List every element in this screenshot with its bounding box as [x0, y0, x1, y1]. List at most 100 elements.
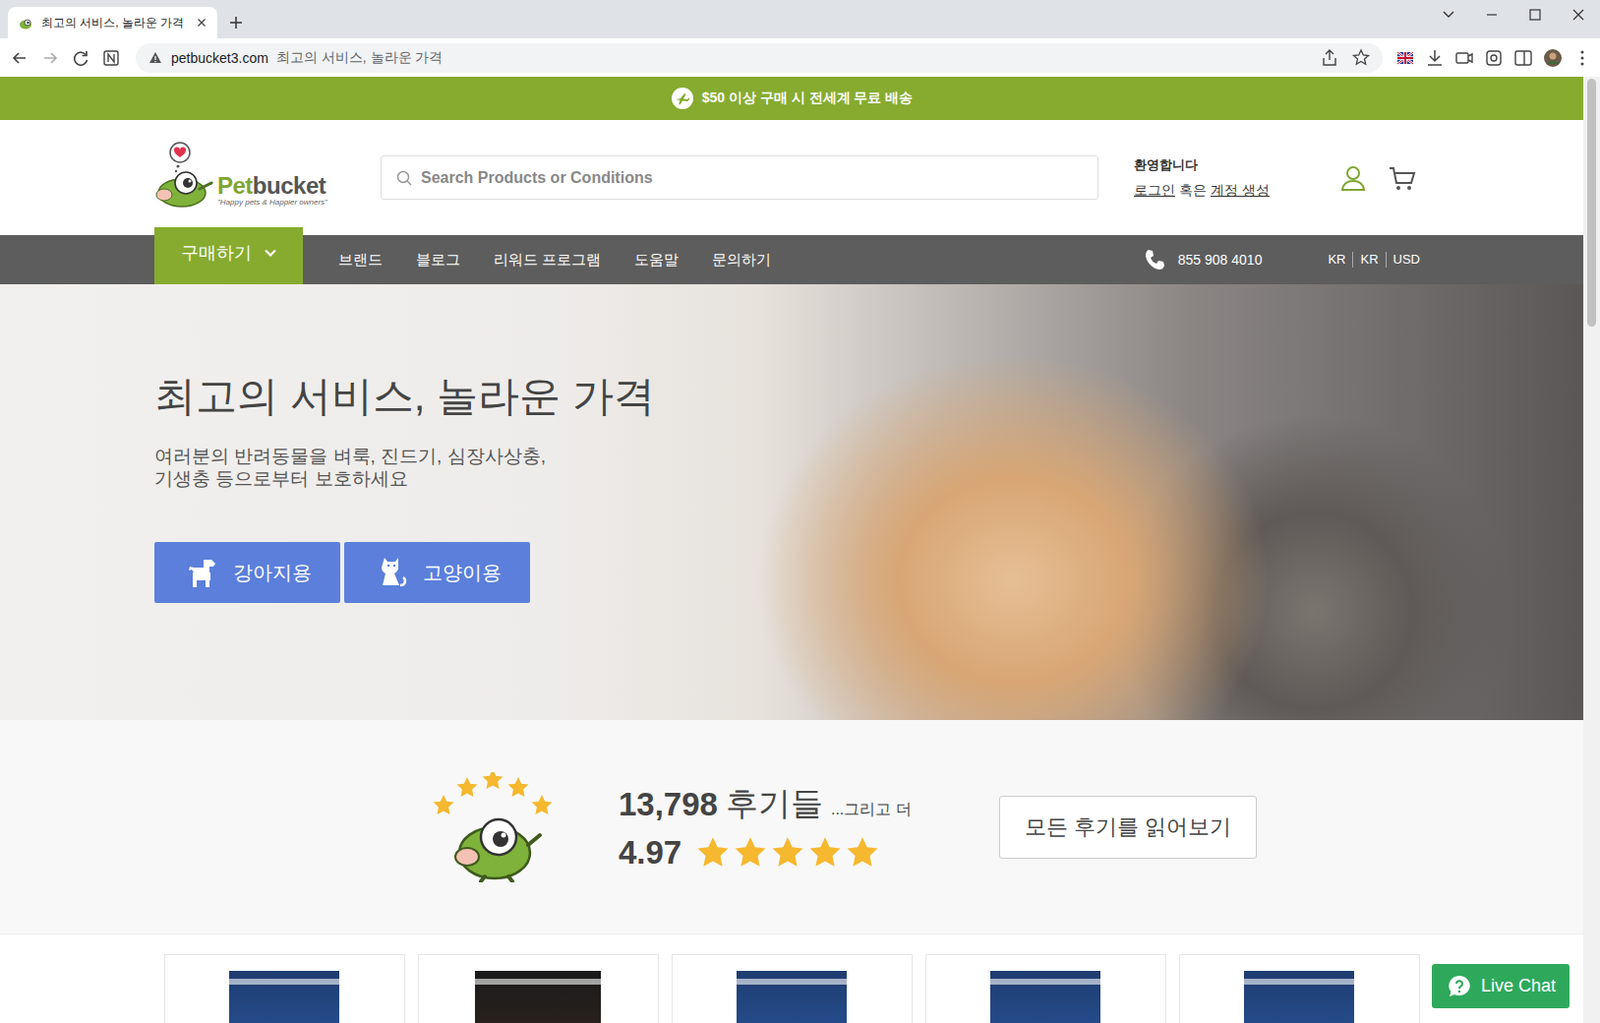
logo-prefix: Pet	[217, 172, 253, 199]
product-image	[1244, 970, 1355, 1023]
cart-icon[interactable]	[1387, 163, 1418, 193]
maximize-icon[interactable]	[1513, 0, 1557, 30]
search-icon	[395, 169, 414, 187]
locale-option[interactable]: KR	[1320, 251, 1353, 268]
product-image	[229, 970, 340, 1023]
locale-selector: KRKRUSD	[1320, 251, 1427, 268]
new-tab-icon[interactable]	[227, 13, 245, 32]
star-icon	[732, 834, 769, 871]
product-card[interactable]	[1179, 953, 1421, 1023]
button-label: 고양이용	[422, 559, 502, 587]
read-reviews-button[interactable]: 모든 후기를 읽어보기	[999, 795, 1257, 859]
main-nav: 구매하기 브랜드 블로그 리워드 프로그램 도움말 문의하기 855 908 4010 KRK…	[0, 235, 1584, 285]
or-text: 혹은	[1179, 181, 1207, 200]
product-card[interactable]	[925, 953, 1167, 1023]
tab-strip: 최고의 서비스, 놀라운 가격	[0, 0, 1600, 39]
hero-title: 최고의 서비스, 놀라운 가격	[154, 370, 1429, 423]
star-icon	[844, 834, 881, 871]
shipping-banner: $50 이상 구매 시 전세계 무료 배송	[0, 76, 1584, 120]
product-image	[474, 970, 601, 1023]
signup-link[interactable]: 계정 생성	[1210, 181, 1270, 200]
review-label: 후기들	[725, 781, 824, 827]
close-icon[interactable]	[193, 14, 210, 31]
page-viewport: $50 이상 구매 시 전세계 무료 배송 Petbucket"Happy pet…	[0, 76, 1600, 1023]
review-more: ...그리고 더	[830, 799, 912, 827]
nav-item[interactable]: 블로그	[415, 250, 461, 270]
rating-stars	[695, 834, 881, 871]
user-icon[interactable]	[1338, 163, 1368, 193]
logo[interactable]: Petbucket"Happy pets & Happier owners"	[154, 139, 329, 217]
site-header: Petbucket"Happy pets & Happier owners" Se…	[0, 119, 1584, 236]
product-card[interactable]	[671, 953, 913, 1023]
chat-label: Live Chat	[1481, 975, 1556, 997]
banner-text: $50 이상 구매 시 전세계 무료 배송	[702, 89, 914, 108]
product-card[interactable]	[164, 953, 406, 1023]
phone-icon	[1142, 246, 1169, 273]
reload-icon[interactable]	[66, 44, 95, 72]
product-row	[0, 934, 1584, 1023]
review-count: 13,798	[618, 785, 718, 824]
product-image	[736, 970, 847, 1023]
nav-item[interactable]: 문의하기	[711, 250, 771, 270]
window-close-icon[interactable]	[1556, 0, 1600, 30]
favicon-icon	[17, 14, 34, 31]
live-chat-button[interactable]: Live Chat	[1431, 963, 1570, 1008]
side-panel-icon[interactable]	[1511, 46, 1536, 70]
screenshot-icon[interactable]	[1481, 46, 1506, 70]
mascot-stars-icon	[429, 771, 558, 883]
profile-avatar-icon[interactable]	[1540, 46, 1565, 70]
dog-icon	[183, 553, 222, 592]
toolbar-icons	[1385, 46, 1595, 70]
shop-label: 구매하기	[180, 240, 252, 265]
flag-icon[interactable]	[1393, 46, 1418, 70]
login-link[interactable]: 로그인	[1133, 181, 1176, 200]
nav-item[interactable]: 브랜드	[338, 250, 383, 270]
minimize-icon[interactable]	[1470, 0, 1514, 30]
extension-n-icon[interactable]	[97, 44, 125, 72]
tab-search-icon[interactable]	[1426, 0, 1471, 30]
page: $50 이상 구매 시 전세계 무료 배송 Petbucket"Happy pet…	[0, 76, 1584, 1023]
star-icon	[695, 834, 731, 871]
search-field[interactable]: Search Products or Conditions	[380, 155, 1099, 200]
nav-item[interactable]: 리워드 프로그램	[493, 250, 601, 270]
phone-number: 855 908 4010	[1178, 251, 1263, 268]
cat-button[interactable]: 고양이용	[344, 541, 531, 603]
back-icon[interactable]	[5, 44, 34, 72]
menu-icon[interactable]	[1570, 46, 1595, 70]
browser-tab[interactable]: 최고의 서비스, 놀라운 가격	[7, 6, 218, 39]
cat-icon	[373, 553, 412, 592]
shop-menu-button[interactable]: 구매하기	[154, 227, 303, 285]
reviews-strip: 13,798후기들...그리고 더 4.97 모든 후기를 읽어보기	[0, 719, 1584, 935]
share-icon[interactable]	[1317, 46, 1342, 70]
review-rating: 4.97	[618, 833, 682, 872]
address-bar[interactable]: petbucket3.com 최고의 서비스, 놀라운 가격	[135, 43, 1383, 73]
logo-tagline: "Happy pets & Happier owners"	[217, 197, 328, 207]
star-icon	[807, 834, 843, 871]
url-title: 최고의 서비스, 놀라운 가격	[276, 49, 444, 67]
locale-option[interactable]: USD	[1385, 251, 1427, 268]
button-label: 강아지용	[233, 559, 312, 587]
url-domain: petbucket3.com	[171, 50, 269, 66]
site-info-icon[interactable]	[147, 50, 164, 66]
hero: 최고의 서비스, 놀라운 가격여러분의 반려동물을 벼룩, 진드기, 심장사상충…	[0, 284, 1584, 720]
bookmark-star-icon[interactable]	[1349, 46, 1373, 70]
tab-title: 최고의 서비스, 놀라운 가격	[41, 14, 186, 32]
account-links: 환영합니다로그인혹은계정 생성	[1133, 156, 1270, 200]
scrollbar-thumb[interactable]	[1587, 78, 1597, 327]
media-icon[interactable]	[1452, 46, 1477, 70]
scrollbar[interactable]	[1583, 76, 1600, 1023]
locale-option[interactable]: KR	[1352, 251, 1385, 268]
dog-button[interactable]: 강아지용	[154, 541, 341, 603]
browser-window: 최고의 서비스, 놀라운 가격 petbucket3.com 최고의 서비스, 놀라…	[0, 0, 1600, 1023]
welcome-text: 환영합니다	[1133, 156, 1270, 175]
phone[interactable]: 855 908 4010	[1142, 246, 1263, 273]
download-icon[interactable]	[1422, 46, 1447, 70]
search-placeholder: Search Products or Conditions	[420, 169, 653, 187]
product-card[interactable]	[417, 953, 659, 1023]
window-controls	[1426, 0, 1600, 30]
plane-icon	[670, 86, 695, 111]
nav-item[interactable]: 도움말	[634, 250, 679, 270]
forward-icon[interactable]	[36, 44, 64, 72]
mascot-logo-icon	[154, 139, 216, 211]
logo-suffix: bucket	[252, 172, 326, 199]
